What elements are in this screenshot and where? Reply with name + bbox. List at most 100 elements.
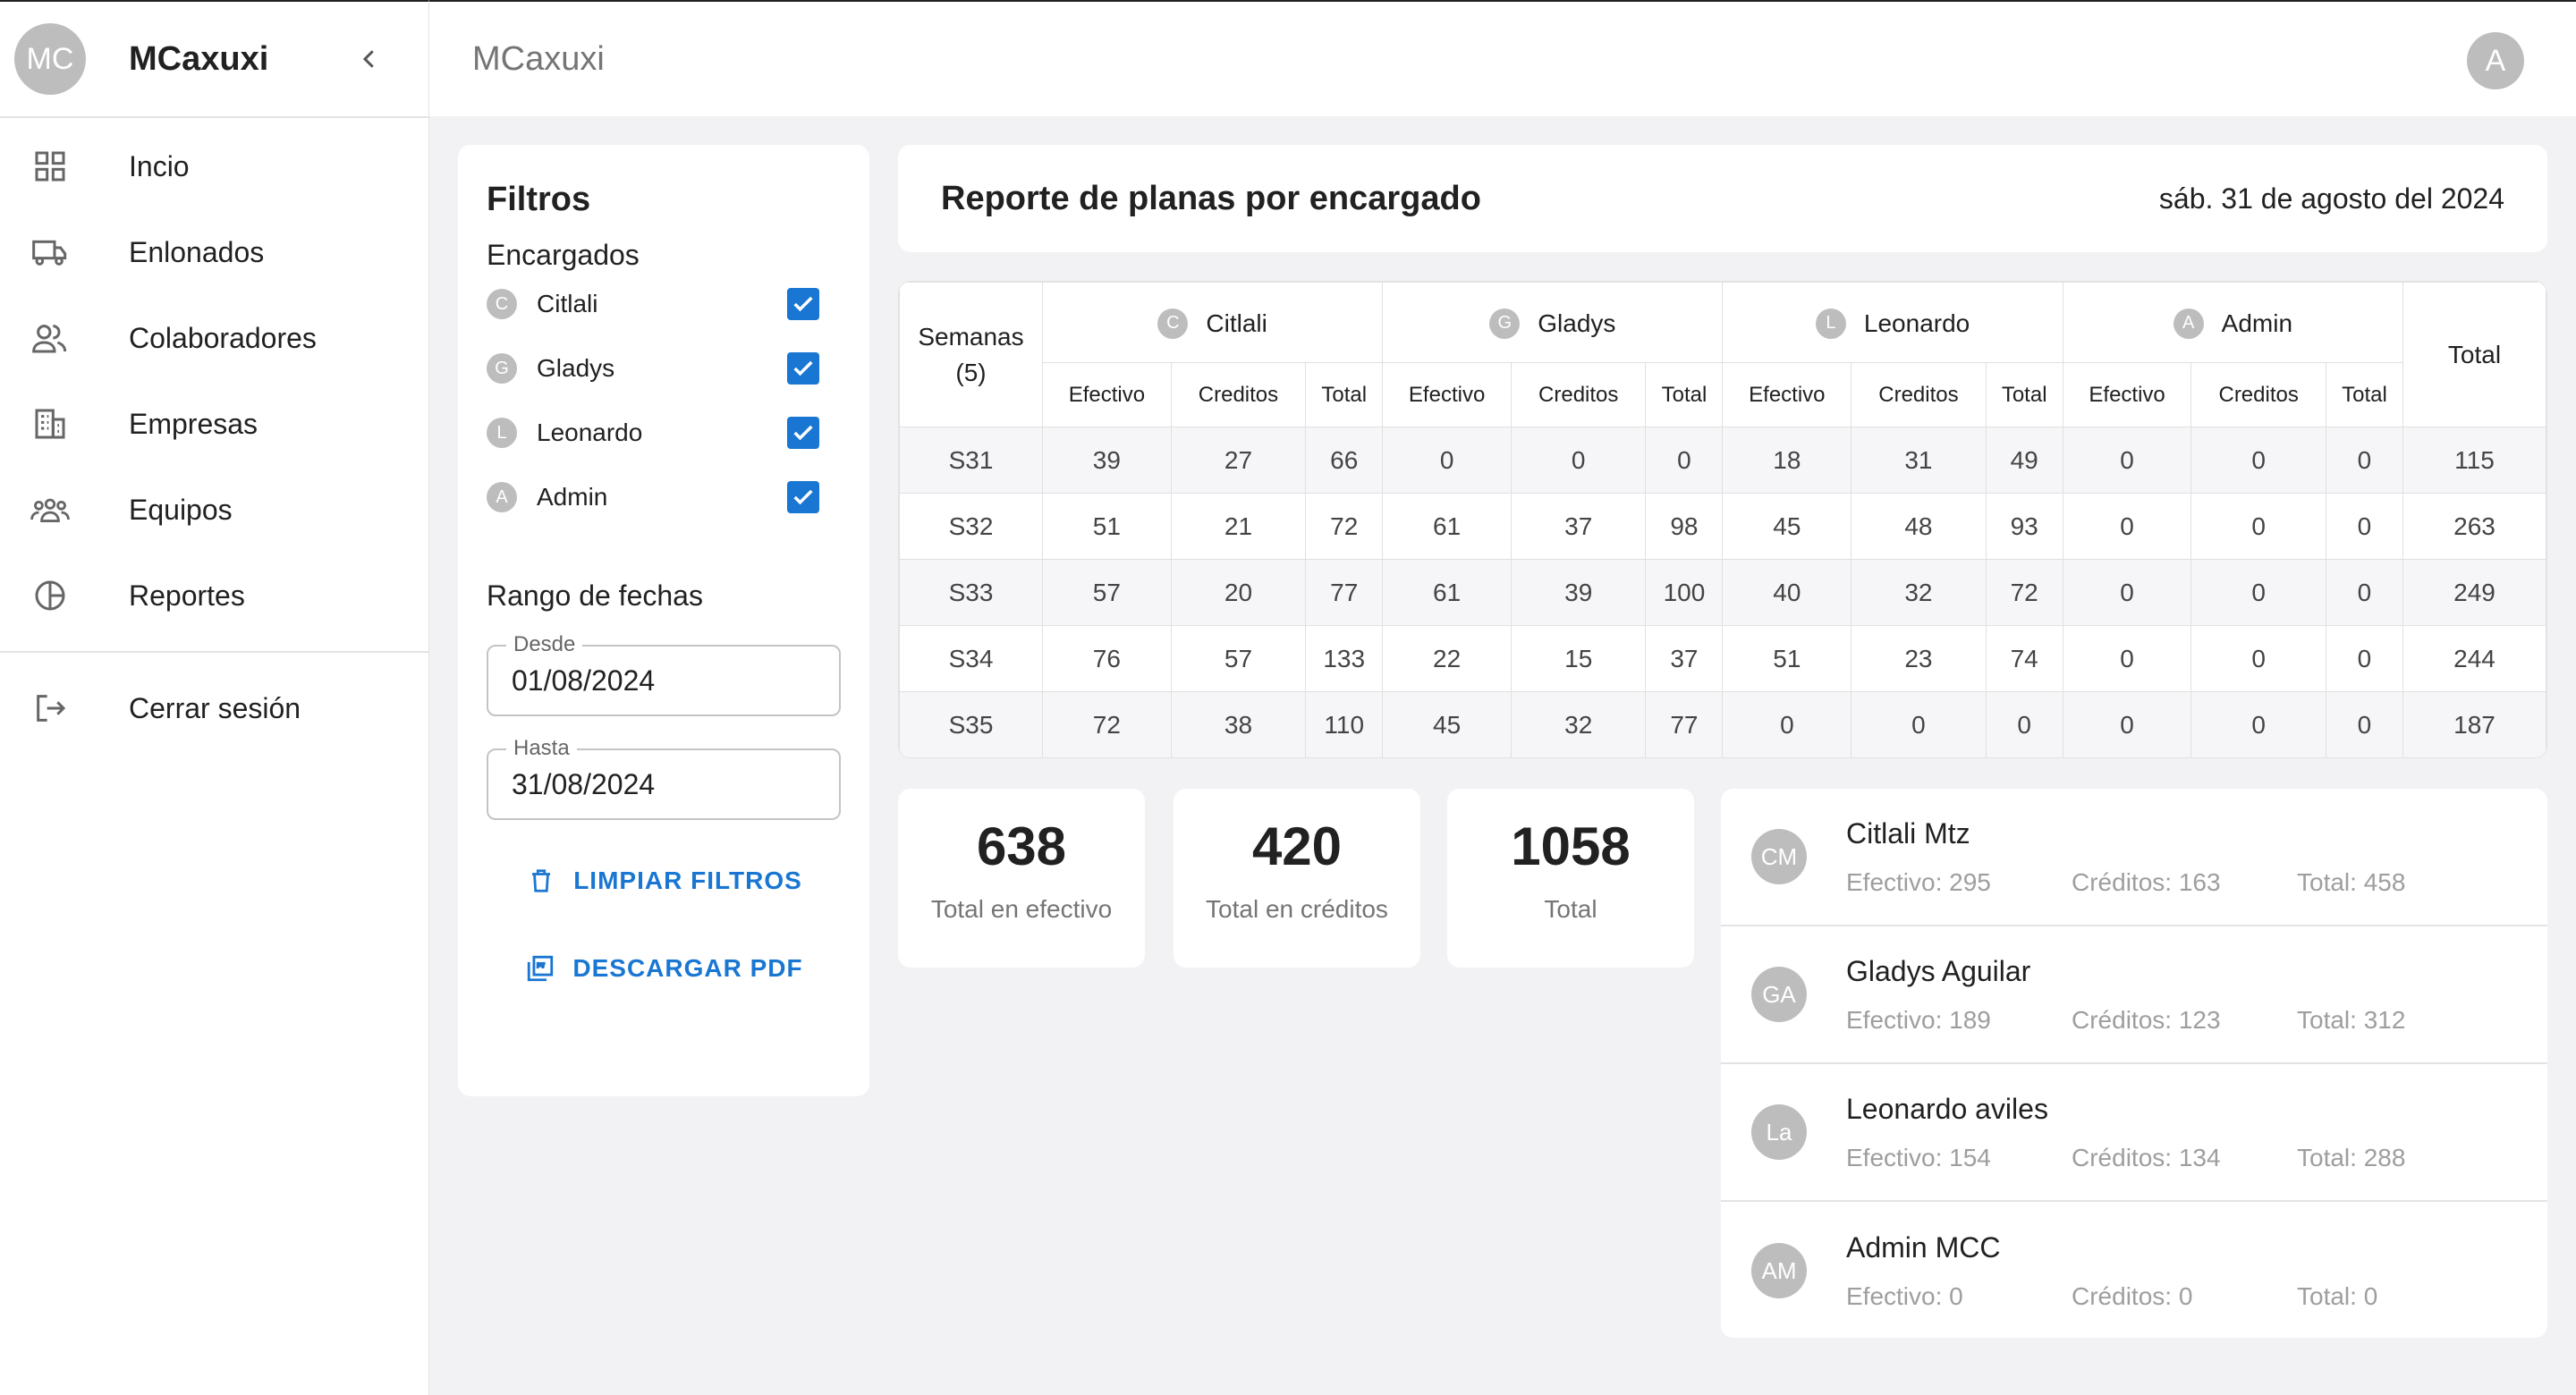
user-avatar[interactable]: A [2467,32,2524,89]
table-cell: 0 [2062,625,2192,692]
avatar: La [1751,1104,1807,1160]
table-cell: 0 [2190,625,2326,692]
avatar: G [487,353,517,384]
total-header: Total [2402,282,2546,427]
stat-card-creditos: 420 Total en créditos [1174,789,1420,968]
sidebar-nav: Incio Enlonados Colaboradores Empresas E… [0,118,428,751]
avatar: L [487,418,517,448]
sub-header: Total [1985,362,2063,427]
download-pdf-label: DESCARGAR PDF [572,954,803,982]
table-cell: 93 [1985,493,2063,560]
table-cell: 22 [1382,625,1512,692]
person-body: Admin MCC Efectivo: 0 Créditos: 0 Total: 0 [1846,1231,2522,1311]
sidebar-header: MC MCaxuxi [0,2,428,118]
table-cell: 51 [1722,625,1852,692]
person-name: Admin MCC [1846,1230,2001,1264]
filters-title: Filtros [487,181,591,218]
download-pdf-button[interactable]: DESCARGAR PDF [487,943,841,993]
table-cell: 18 [1722,427,1852,494]
report-title: Reporte de planas por encargado [941,179,1481,217]
check-icon [793,425,813,441]
groups-icon [30,490,70,529]
app-title: MCaxuxi [129,39,269,78]
avatar: C [1157,308,1189,339]
desde-field[interactable]: Desde 01/08/2024 [487,632,841,716]
pie-chart-icon [30,576,70,615]
table-cell: 32 [1510,691,1647,757]
avatar[interactable]: MC [14,23,86,95]
filter-row-citlali: C Citlali [487,272,841,336]
sidebar-item-label: Equipos [129,493,233,526]
checkbox-gladys[interactable] [787,352,819,385]
person-values: Efectivo: 154 Créditos: 134 Total: 288 [1846,1144,2522,1172]
sub-header: Creditos [1170,362,1307,427]
hasta-field[interactable]: Hasta 31/08/2024 [487,736,841,820]
avatar: L [1815,308,1846,339]
table-cell: 0 [2325,625,2404,692]
filters-panel: Filtros Encargados C Citlali G Gladys L … [458,145,869,1096]
sub-header: Efectivo [1382,362,1512,427]
sidebar-item-empresas[interactable]: Empresas [0,381,428,467]
table-cell: 0 [1851,691,1987,757]
checkbox-admin[interactable] [787,481,819,513]
table-cell: 38 [1170,691,1307,757]
table-cell: 0 [2190,691,2326,757]
clear-filters-button[interactable]: LIMPIAR FILTROS [487,856,841,906]
sidebar-item-incio[interactable]: Incio [0,123,428,209]
sub-header: Creditos [1510,362,1647,427]
table-cell: 39 [1510,559,1647,626]
sidebar-item-enlonados[interactable]: Enlonados [0,209,428,295]
logout-icon [30,689,70,728]
sidebar-item-equipos[interactable]: Equipos [0,467,428,553]
avatar: C [487,289,517,319]
table-cell: 20 [1170,559,1307,626]
person-body: Gladys Aguilar Efectivo: 189 Créditos: 12… [1846,955,2522,1035]
sub-header: Total [1305,362,1384,427]
table-cell: 51 [1042,493,1172,560]
desde-label: Desde [506,632,583,657]
person-name: Citlali Mtz [1846,816,1970,850]
building-icon [30,404,70,444]
table-cell: 49 [1985,427,2063,494]
dashboard-icon [30,147,70,186]
group-header-gladys: G Gladys [1382,282,1724,363]
checkbox-leonardo[interactable] [787,417,819,449]
filter-row-admin: A Admin [487,465,841,529]
avatar: G [1489,308,1521,339]
row-total-cell: 263 [2402,493,2546,560]
stat-card-efectivo: 638 Total en efectivo [898,789,1145,968]
person-efectivo: Efectivo: 189 [1846,1005,1991,1034]
encargados-label: Encargados [487,239,640,271]
table-cell: 0 [1510,427,1647,494]
stat-card-total: 1058 Total [1447,789,1694,968]
check-icon [793,360,813,376]
avatar: A [2173,308,2204,339]
filter-name: Citlali [537,290,598,317]
logout-label: Cerrar sesión [129,691,301,724]
checkbox-citlali[interactable] [787,288,819,320]
week-cell: S33 [899,559,1043,626]
table-cell: 0 [1722,691,1852,757]
person-body: Leonardo aviles Efectivo: 154 Créditos: 1… [1846,1093,2522,1172]
report-header: Reporte de planas por encargado sáb. 31 … [898,145,2547,252]
topbar: MCaxuxi A [429,0,2576,116]
table-cell: 32 [1851,559,1987,626]
sidebar-item-reportes[interactable]: Reportes [0,553,428,638]
stat-label: Total [1544,895,1597,923]
chevron-left-icon [362,50,374,68]
table-cell: 76 [1042,625,1172,692]
people-icon [30,318,70,358]
filter-row-gladys: G Gladys [487,336,841,401]
stat-label: Total en créditos [1206,895,1388,923]
stat-value: 420 [1251,816,1343,876]
weeks-count: (5) [955,358,987,386]
table-cell: 0 [2062,493,2192,560]
table-cell: 57 [1042,559,1172,626]
table-cell: 37 [1510,493,1647,560]
logout-button[interactable]: Cerrar sesión [0,665,428,751]
table-cell: 110 [1305,691,1384,757]
collapse-sidebar-button[interactable] [343,32,396,86]
filter-name: Admin [537,483,608,511]
person-efectivo: Efectivo: 295 [1846,867,1991,896]
sidebar-item-colaboradores[interactable]: Colaboradores [0,295,428,381]
